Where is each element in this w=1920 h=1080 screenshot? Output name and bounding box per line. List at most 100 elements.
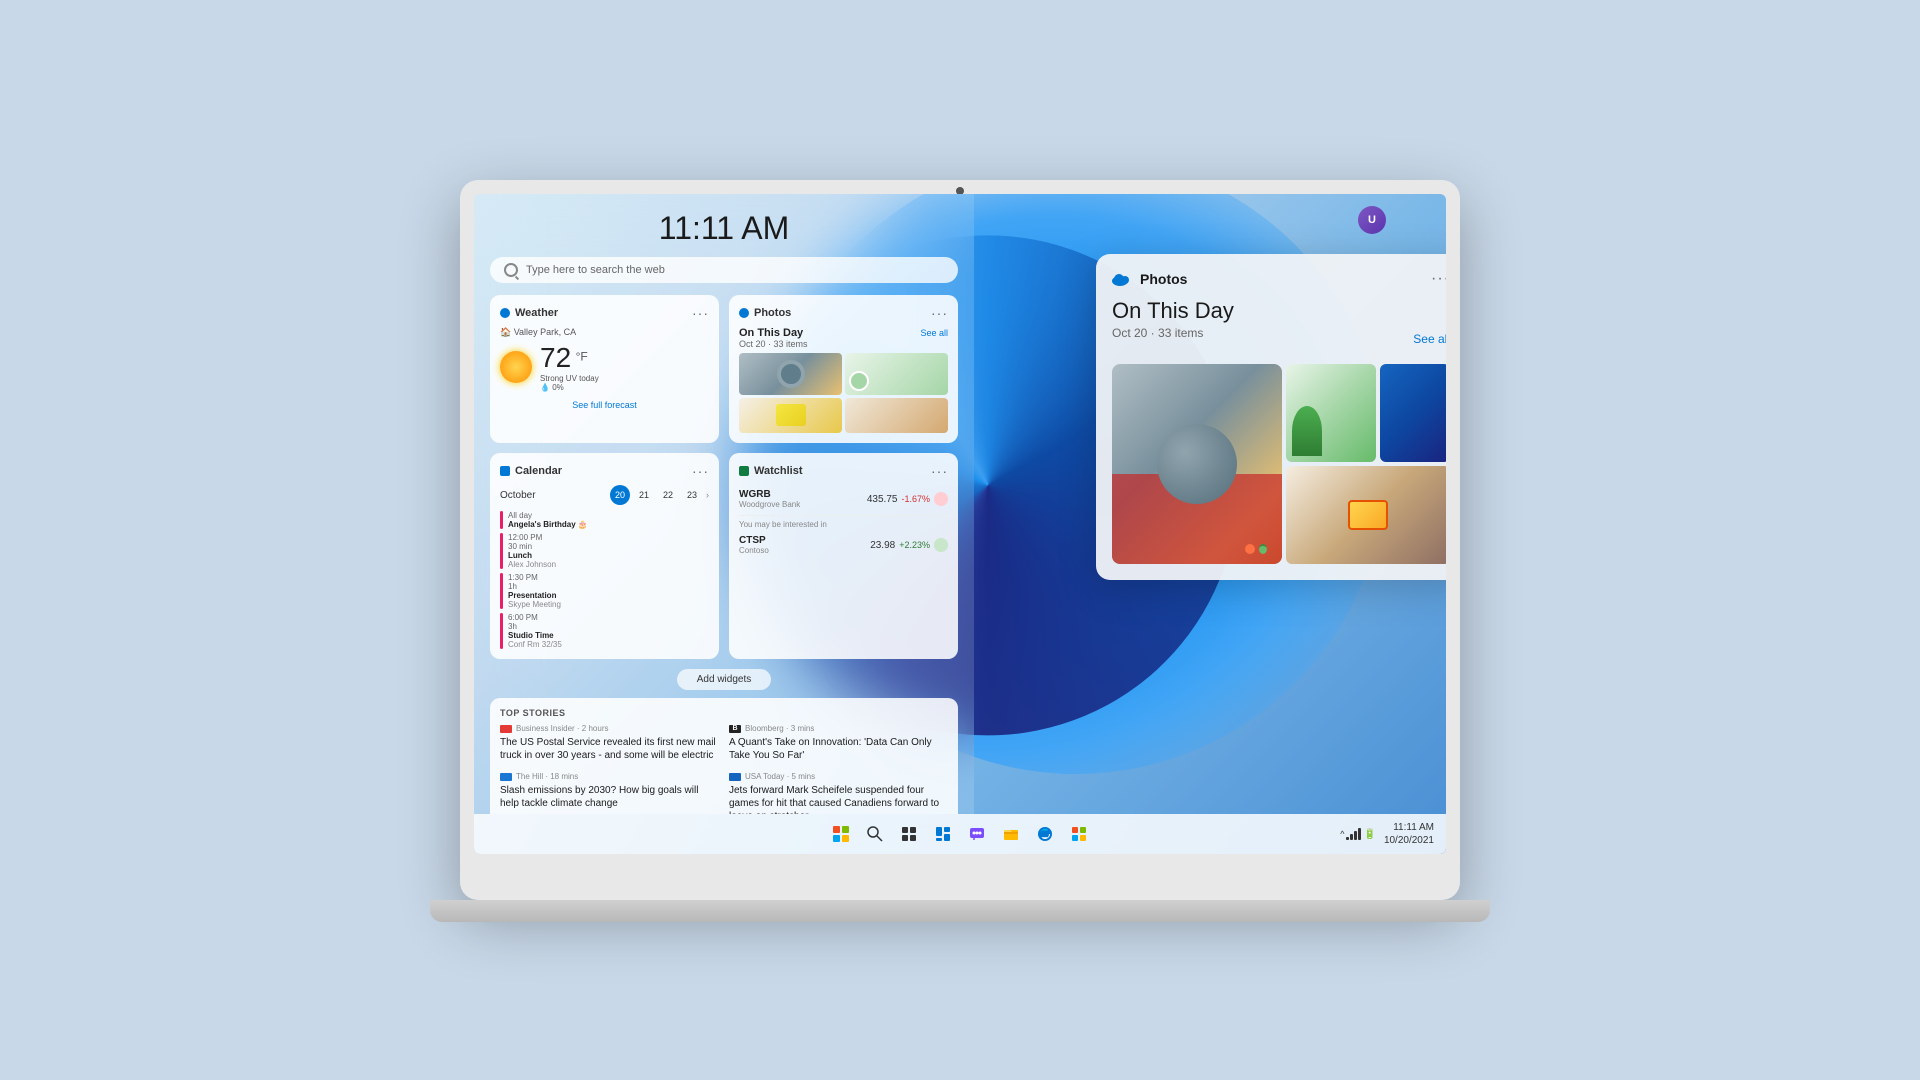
- photos-exp-icon-row: Photos: [1112, 271, 1187, 287]
- taskbar-date-display: 10/20/2021: [1384, 834, 1434, 847]
- event-name-lunch: Lunch: [508, 551, 556, 560]
- watchlist-title-row: Watchlist: [739, 465, 803, 477]
- photos-exp-on-this-day: On This Day: [1112, 298, 1446, 324]
- photos-menu-button[interactable]: ···: [931, 305, 948, 321]
- event-sub-pres: Skype Meeting: [508, 600, 561, 609]
- avatar[interactable]: U: [1358, 206, 1386, 234]
- calendar-month: October: [500, 490, 536, 501]
- photo-fruit-items: [1245, 544, 1267, 554]
- news-headline-4: Jets forward Mark Scheifele suspended fo…: [729, 784, 948, 814]
- search-placeholder: Type here to search the web: [526, 264, 665, 276]
- news-logo-4: [729, 773, 741, 781]
- event-name-studio: Studio Time: [508, 631, 562, 640]
- event-time-lunch: 12:00 PM30 min: [508, 533, 556, 551]
- calendar-event-presentation: 1:30 PM1h Presentation Skype Meeting: [500, 573, 709, 609]
- cal-date-22[interactable]: 22: [658, 485, 678, 505]
- taskbar: ^ 🔋 11:11 AM 10/20/2021: [474, 814, 1446, 854]
- interested-label: You may be interested in: [739, 520, 948, 529]
- taskbar-task-view-button[interactable]: [895, 820, 923, 848]
- widgets-row-2: Calendar ··· October 20 21 22 23 ›: [490, 453, 958, 659]
- taskbar-widgets-button[interactable]: [929, 820, 957, 848]
- weather-sun-icon: [500, 351, 532, 383]
- taskbar-clock[interactable]: 11:11 AM 10/20/2021: [1384, 821, 1434, 847]
- time-display: 11:11 AM: [490, 210, 958, 247]
- photo-thumb-3[interactable]: [739, 398, 842, 434]
- taskbar-start-button[interactable]: [827, 820, 855, 848]
- stock-row-ctsp: CTSP Contoso 23.98 +2.23%: [739, 531, 948, 559]
- news-logo-3: [500, 773, 512, 781]
- teapot: [1259, 544, 1267, 554]
- stock-company-ctsp: Contoso: [739, 546, 769, 555]
- stock-price-wgrb: 435.75: [867, 494, 898, 505]
- calendar-event-allday: All day Angela's Birthday 🎂: [500, 511, 709, 529]
- news-item-2[interactable]: B Bloomberg · 3 mins A Quant's Take on I…: [729, 724, 948, 762]
- photo-thumb-1[interactable]: [739, 353, 842, 395]
- pillow-icon: [1348, 500, 1388, 530]
- news-item-4[interactable]: USA Today · 5 mins Jets forward Mark Sch…: [729, 772, 948, 814]
- news-source-1: Business Insider · 2 hours: [500, 724, 719, 733]
- fruit-1: [1245, 544, 1255, 554]
- watchlist-widget: Watchlist ··· WGRB Woodgrove Bank 435.75…: [729, 453, 958, 659]
- watchlist-menu-button[interactable]: ···: [931, 463, 948, 479]
- weather-header: Weather ···: [500, 305, 709, 321]
- weather-menu-button[interactable]: ···: [692, 305, 709, 321]
- photos-header: Photos ···: [739, 305, 948, 321]
- weather-forecast-link[interactable]: See full forecast: [500, 400, 709, 410]
- add-widgets-button[interactable]: Add widgets: [677, 669, 771, 690]
- news-headline-1: The US Postal Service revealed its first…: [500, 736, 719, 762]
- search-bar[interactable]: Type here to search the web: [490, 257, 958, 283]
- news-section: TOP STORIES Business Insider · 2 hours T…: [490, 698, 958, 814]
- weather-title: Weather: [515, 307, 558, 319]
- search-icon: [504, 263, 518, 277]
- calendar-dates: 20 21 22 23 ›: [610, 485, 709, 505]
- photo-thumb-plants[interactable]: [1286, 364, 1376, 462]
- calendar-events: All day Angela's Birthday 🎂 12:00 PM30 m…: [500, 511, 709, 649]
- stock-symbol-wgrb: WGRB: [739, 489, 800, 500]
- taskbar-chat-button[interactable]: [963, 820, 991, 848]
- photos-exp-main-photo[interactable]: [1112, 364, 1282, 564]
- photo-thumb-4[interactable]: [845, 398, 948, 434]
- weather-title-row: Weather: [500, 307, 558, 319]
- event-bar-lunch: [500, 533, 503, 569]
- event-time-pres: 1:30 PM1h: [508, 573, 561, 591]
- photo-yellow-item: [776, 404, 806, 426]
- cal-date-21[interactable]: 21: [634, 485, 654, 505]
- taskbar-store-button[interactable]: [1065, 820, 1093, 848]
- taskbar-search-button[interactable]: [861, 820, 889, 848]
- event-bar-pres: [500, 573, 503, 609]
- photo-thumb-2[interactable]: [845, 353, 948, 395]
- taskbar-edge-button[interactable]: [1031, 820, 1059, 848]
- taskbar-explorer-button[interactable]: [997, 820, 1025, 848]
- weather-main: 72 °F Strong UV today 💧 0%: [500, 342, 709, 392]
- photos-exp-menu-button[interactable]: ···: [1431, 270, 1446, 288]
- stock-divider-1: [739, 515, 948, 516]
- cal-date-20[interactable]: 20: [610, 485, 630, 505]
- calendar-menu-button[interactable]: ···: [692, 463, 709, 479]
- news-headline-3: Slash emissions by 2030? How big goals w…: [500, 784, 719, 810]
- cal-chevron[interactable]: ›: [706, 490, 709, 500]
- event-sub-lunch: Alex Johnson: [508, 560, 556, 569]
- news-grid: Business Insider · 2 hours The US Postal…: [500, 724, 948, 814]
- stock-row-wgrb: WGRB Woodgrove Bank 435.75 -1.67%: [739, 485, 948, 513]
- event-bar-allday: [500, 511, 503, 529]
- widgets-panel: 11:11 AM Type here to search the web Wea…: [474, 194, 974, 814]
- calendar-header: Calendar ···: [500, 463, 709, 479]
- chevron-up-icon[interactable]: ^: [1340, 829, 1344, 839]
- taskbar-time-display: 11:11 AM: [1384, 821, 1434, 834]
- screen: U 11:11 AM Type here to search the web W…: [474, 194, 1446, 854]
- chat-icon: [969, 826, 985, 842]
- taskbar-center: [827, 820, 1093, 848]
- stock-indicator-ctsp: [934, 538, 948, 552]
- weather-rain: 💧 0%: [540, 383, 599, 392]
- photos-see-all[interactable]: See all: [920, 328, 948, 338]
- top-stories-label: TOP STORIES: [500, 708, 948, 718]
- news-item-3[interactable]: The Hill · 18 mins Slash emissions by 20…: [500, 772, 719, 814]
- cal-date-23[interactable]: 23: [682, 485, 702, 505]
- explorer-icon: [1003, 826, 1019, 842]
- news-item-1[interactable]: Business Insider · 2 hours The US Postal…: [500, 724, 719, 762]
- photos-exp-see-all[interactable]: See all: [1413, 332, 1446, 346]
- stock-company-wgrb: Woodgrove Bank: [739, 500, 800, 509]
- photo-thumb-cushion[interactable]: [1286, 466, 1446, 564]
- photo-thumb-blue[interactable]: [1380, 364, 1446, 462]
- photos-icon: [739, 308, 749, 318]
